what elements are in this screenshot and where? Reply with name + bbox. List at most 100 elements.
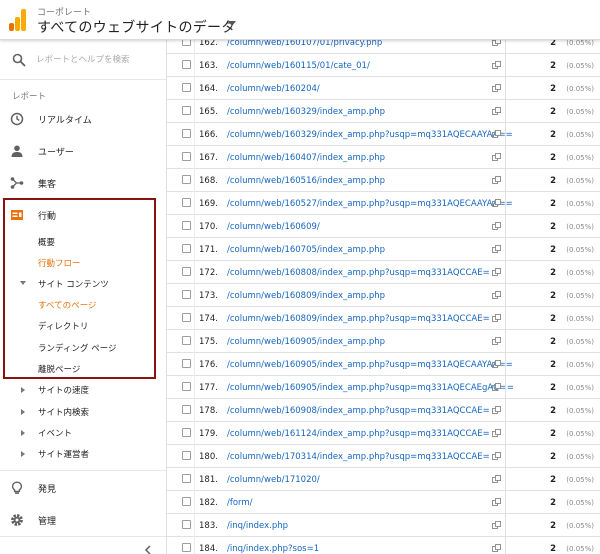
expand-down-icon[interactable] (20, 281, 26, 285)
row-checkbox[interactable] (182, 60, 191, 69)
popout-icon[interactable] (492, 84, 501, 92)
expand-right-icon[interactable] (21, 430, 25, 436)
nav-behavior[interactable]: 行動 (0, 200, 166, 230)
nav-admin[interactable]: 管理 (0, 505, 166, 535)
column-divider (505, 40, 506, 54)
row-checkbox[interactable] (182, 290, 191, 299)
row-number: 177. (199, 383, 218, 393)
popout-icon[interactable] (492, 107, 501, 115)
row-checkbox[interactable] (182, 129, 191, 138)
page-path-link[interactable]: /inq/index.php?sos=1 (227, 544, 319, 554)
row-checkbox[interactable] (182, 244, 191, 253)
row-checkbox[interactable] (182, 175, 191, 184)
row-checkbox[interactable] (182, 152, 191, 161)
popout-icon[interactable] (492, 222, 501, 230)
popout-icon[interactable] (492, 268, 501, 276)
popout-icon[interactable] (492, 544, 501, 552)
popout-icon[interactable] (492, 383, 501, 391)
nav-acquisition-label: 集客 (38, 180, 57, 190)
popout-icon[interactable] (492, 475, 501, 483)
popout-icon[interactable] (492, 337, 501, 345)
nav-site-search[interactable]: サイト内検索 (38, 406, 89, 418)
nav-behavior-overview[interactable]: 概要 (38, 236, 55, 248)
nav-site-speed[interactable]: サイトの速度 (38, 384, 89, 396)
nav-realtime[interactable]: リアルタイム (0, 104, 166, 134)
page-path-link[interactable]: /column/web/160516/index_amp.php (227, 176, 385, 186)
page-path-link[interactable]: /column/web/160204/ (227, 84, 320, 94)
row-checkbox[interactable] (182, 405, 191, 414)
popout-icon[interactable] (492, 153, 501, 161)
nav-behavior-flow[interactable]: 行動フロー (38, 257, 81, 269)
popout-icon[interactable] (492, 291, 501, 299)
expand-right-icon[interactable] (21, 451, 25, 457)
popout-icon[interactable] (492, 176, 501, 184)
row-checkbox[interactable] (182, 106, 191, 115)
popout-icon[interactable] (492, 199, 501, 207)
nav-users[interactable]: ユーザー (0, 136, 166, 166)
nav-landing-pages[interactable]: ランディング ページ (38, 342, 116, 354)
page-path-link[interactable]: /column/web/160115/01/cate_01/ (227, 61, 370, 71)
nav-exit-pages[interactable]: 離脱ページ (38, 363, 80, 375)
row-checkbox[interactable] (182, 543, 191, 552)
popout-icon[interactable] (492, 521, 501, 529)
page-path-link[interactable]: /column/web/160609/ (227, 222, 320, 232)
popout-icon[interactable] (492, 360, 501, 368)
nav-all-pages[interactable]: すべてのページ (38, 299, 96, 311)
row-checkbox[interactable] (182, 336, 191, 345)
row-checkbox[interactable] (182, 474, 191, 483)
nav-publisher[interactable]: サイト運営者 (38, 448, 89, 460)
property-selector[interactable]: すべてのウェブサイトのデータ (37, 17, 236, 37)
page-path-link[interactable]: /column/web/160809/index_amp.php?usqp=mq… (227, 314, 490, 324)
page-path-link[interactable]: /column/web/160905/index_amp.php (227, 337, 385, 347)
row-checkbox[interactable] (182, 83, 191, 92)
row-checkbox[interactable] (182, 520, 191, 529)
nav-events[interactable]: イベント (38, 427, 72, 439)
popout-icon[interactable] (492, 406, 501, 414)
page-path-link[interactable]: /column/web/160705/index_amp.php (227, 245, 385, 255)
page-path-link[interactable]: /column/web/160905/index_amp.php?usqp=mq… (227, 383, 514, 393)
page-path-link[interactable]: /column/web/160329/index_amp.php (227, 107, 385, 117)
page-path-link[interactable]: /column/web/170314/index_amp.php?usqp=mq… (227, 452, 490, 462)
popout-icon[interactable] (492, 61, 501, 69)
page-path-link[interactable]: /column/web/160808/index_amp.php?usqp=mq… (227, 268, 490, 278)
nav-directory[interactable]: ディレクトリ (38, 320, 88, 332)
nav-discover[interactable]: 発見 (0, 473, 166, 503)
page-path-link[interactable]: /column/web/161124/index_amp.php?usqp=mq… (227, 429, 490, 439)
page-path-link[interactable]: /column/web/171020/ (227, 475, 320, 485)
popout-icon[interactable] (492, 429, 501, 437)
caret-down-icon[interactable] (228, 21, 236, 26)
popout-icon[interactable] (492, 314, 501, 322)
row-checkbox[interactable] (182, 221, 191, 230)
nav-site-content[interactable]: サイト コンテンツ (38, 278, 109, 290)
row-checkbox[interactable] (182, 382, 191, 391)
row-checkbox[interactable] (182, 313, 191, 322)
page-path-link[interactable]: /column/web/160407/index_amp.php (227, 153, 385, 163)
popout-icon[interactable] (492, 245, 501, 253)
nav-acquisition[interactable]: 集客 (0, 168, 166, 198)
popout-icon[interactable] (492, 40, 501, 46)
row-checkbox[interactable] (182, 451, 191, 460)
popout-icon[interactable] (492, 452, 501, 460)
popout-icon[interactable] (492, 498, 501, 506)
expand-right-icon[interactable] (21, 387, 25, 393)
row-checkbox[interactable] (182, 40, 191, 46)
analytics-logo[interactable] (9, 9, 27, 31)
row-checkbox[interactable] (182, 267, 191, 276)
page-path-link[interactable]: /inq/index.php (227, 521, 288, 531)
search-input[interactable] (36, 52, 158, 68)
search-icon[interactable] (12, 53, 26, 67)
page-path-link[interactable]: /column/web/160905/index_amp.php?usqp=mq… (227, 360, 513, 370)
row-checkbox[interactable] (182, 359, 191, 368)
page-path-link[interactable]: /column/web/160107/01/privacy.php (227, 40, 382, 48)
page-path-link[interactable]: /form/ (227, 498, 253, 508)
row-checkbox[interactable] (182, 428, 191, 437)
page-path-link[interactable]: /column/web/160527/index_amp.php?usqp=mq… (227, 199, 513, 209)
page-path-link[interactable]: /column/web/160329/index_amp.php?usqp=mq… (227, 130, 513, 140)
page-path-link[interactable]: /column/web/160908/index_amp.php?usqp=mq… (227, 406, 490, 416)
expand-right-icon[interactable] (21, 409, 25, 415)
collapse-sidebar-icon[interactable] (144, 545, 152, 554)
page-path-link[interactable]: /column/web/160809/index_amp.php (227, 291, 385, 301)
popout-icon[interactable] (492, 130, 501, 138)
row-checkbox[interactable] (182, 198, 191, 207)
row-checkbox[interactable] (182, 497, 191, 506)
